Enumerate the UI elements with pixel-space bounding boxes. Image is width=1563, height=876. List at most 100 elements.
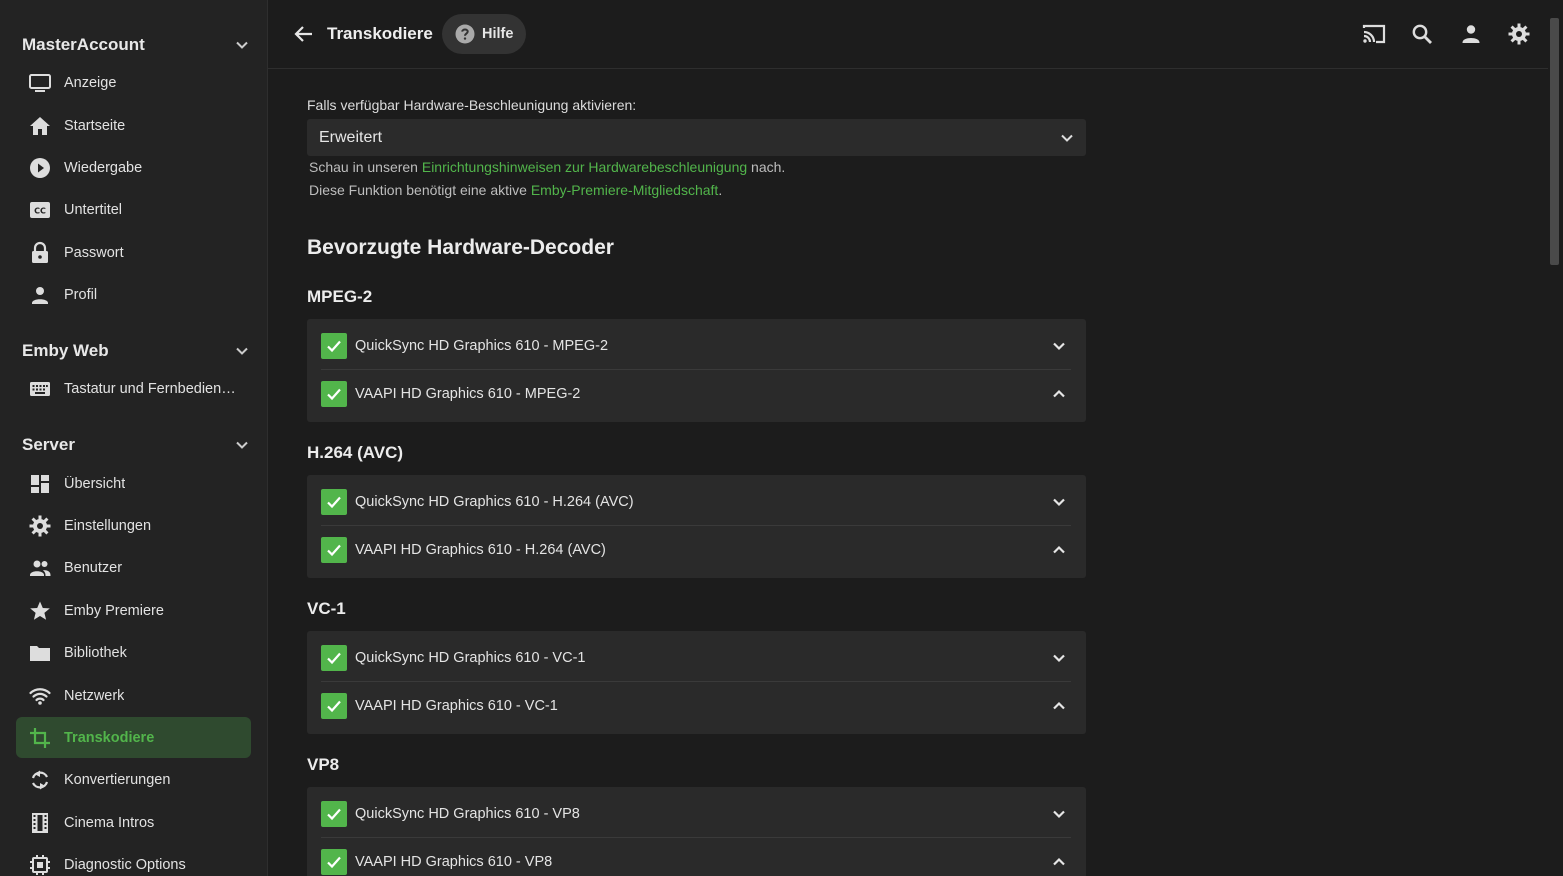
- help-button-label: Hilfe: [482, 26, 514, 42]
- sidebar-item-transkodiere[interactable]: Transkodiere: [16, 717, 251, 758]
- svg-text:CC: CC: [34, 206, 46, 215]
- sidebar-item-uebersicht[interactable]: Übersicht: [16, 463, 251, 504]
- check-icon: [327, 496, 341, 508]
- hw-accel-label: Falls verfügbar Hardware-Beschleunigung …: [307, 97, 637, 113]
- sidebar-item-emby-premiere[interactable]: Emby Premiere: [16, 590, 251, 631]
- premiere-link[interactable]: Emby-Premiere-Mitgliedschaft: [531, 182, 719, 198]
- chevron-down-icon: [232, 341, 252, 361]
- decoder-checkbox[interactable]: [321, 537, 347, 563]
- sidebar-item-label: Startseite: [64, 117, 126, 134]
- codec-title: VC-1: [307, 599, 346, 618]
- scrollbar-thumb[interactable]: [1550, 18, 1559, 265]
- sidebar-item-netzwerk[interactable]: Netzwerk: [16, 675, 251, 716]
- chevron-down-icon[interactable]: [1047, 334, 1071, 358]
- decoder-checkbox[interactable]: [321, 332, 347, 359]
- decoder-card: QuickSync HD Graphics 610 - H.264 (AVC) …: [307, 475, 1086, 578]
- codec-title: VP8: [307, 755, 340, 774]
- user-icon[interactable]: [1457, 20, 1485, 48]
- check-icon: [327, 340, 341, 352]
- check-icon: [327, 652, 341, 664]
- page-title: Transkodiere: [327, 24, 433, 43]
- decoder-label: QuickSync HD Graphics 610 - VC-1: [355, 649, 586, 666]
- chip-icon: [28, 853, 52, 876]
- top-bar: Transkodiere Hilfe: [268, 0, 1548, 69]
- decoder-row[interactable]: QuickSync HD Graphics 610 - H.264 (AVC): [321, 478, 1071, 526]
- hw-accel-select[interactable]: Erweitert: [307, 119, 1086, 156]
- cast-icon[interactable]: [1360, 20, 1388, 48]
- check-icon: [327, 544, 341, 557]
- chevron-up-icon[interactable]: [1047, 382, 1071, 406]
- arrow-left-icon: [294, 26, 312, 42]
- sidebar-item-untertitel[interactable]: CC Untertitel: [16, 189, 251, 230]
- closed-caption-icon: CC: [28, 198, 52, 222]
- star-icon: [28, 599, 52, 623]
- chevron-down-icon[interactable]: [1047, 646, 1071, 670]
- sidebar-item-label: Anzeige: [64, 74, 117, 91]
- decoder-checkbox[interactable]: [321, 381, 347, 407]
- chevron-down-icon[interactable]: [1047, 802, 1071, 826]
- main-content: Falls verfügbar Hardware-Beschleunigung …: [307, 69, 1087, 876]
- wifi-icon: [28, 684, 52, 708]
- decoder-checkbox[interactable]: [321, 488, 347, 515]
- codec-title: H.264 (AVC): [307, 443, 404, 462]
- hint-text: Diese Funktion benötigt eine aktive: [309, 182, 531, 198]
- decoder-checkbox[interactable]: [321, 800, 347, 827]
- hint-text: nach.: [747, 159, 786, 175]
- sidebar-item-label: Diagnostic Options: [64, 856, 186, 873]
- check-icon: [327, 700, 341, 713]
- decoders-heading: Bevorzugte Hardware-Decoder: [307, 236, 614, 259]
- section-header-emby-web[interactable]: Emby Web: [22, 336, 252, 366]
- section-title: MasterAccount: [22, 35, 145, 54]
- hw-accel-guide-link[interactable]: Einrichtungshinweisen zur Hardwarebeschl…: [422, 159, 747, 175]
- sidebar-item-anzeige[interactable]: Anzeige: [16, 62, 251, 103]
- sidebar-item-benutzer[interactable]: Benutzer: [16, 547, 251, 588]
- decoder-row[interactable]: VAAPI HD Graphics 610 - VP8: [321, 838, 1071, 876]
- help-button[interactable]: Hilfe: [442, 14, 526, 54]
- hw-accel-value: Erweitert: [319, 128, 383, 146]
- decoder-label: QuickSync HD Graphics 610 - VP8: [355, 805, 580, 822]
- check-icon: [327, 808, 341, 820]
- sidebar-item-passwort[interactable]: Passwort: [16, 232, 251, 273]
- decoder-row[interactable]: QuickSync HD Graphics 610 - VP8: [321, 790, 1071, 838]
- check-icon: [327, 856, 341, 869]
- decoder-checkbox[interactable]: [321, 849, 347, 875]
- back-button[interactable]: [290, 20, 318, 48]
- sync-icon: [28, 768, 52, 792]
- chevron-up-icon[interactable]: [1047, 850, 1071, 874]
- film-icon: [28, 811, 52, 835]
- sidebar-item-profil[interactable]: Profil: [16, 274, 251, 315]
- decoder-checkbox[interactable]: [321, 644, 347, 671]
- sidebar-item-cinema-intros[interactable]: Cinema Intros: [16, 802, 251, 843]
- sidebar-item-bibliothek[interactable]: Bibliothek: [16, 632, 251, 673]
- codec-title: MPEG-2: [307, 287, 373, 306]
- chevron-up-icon[interactable]: [1047, 538, 1071, 562]
- sidebar-item-label: Cinema Intros: [64, 814, 155, 831]
- sidebar-item-wiedergabe[interactable]: Wiedergabe: [16, 147, 251, 188]
- sidebar-item-label: Einstellungen: [64, 517, 152, 534]
- dashboard-icon: [32, 0, 48, 4]
- decoder-checkbox[interactable]: [321, 693, 347, 719]
- section-header-masteraccount[interactable]: MasterAccount: [22, 30, 252, 60]
- decoder-card: QuickSync HD Graphics 610 - VC-1 VAAPI H…: [307, 631, 1086, 734]
- sidebar-item-startseite[interactable]: Startseite: [16, 105, 251, 146]
- crop-icon: [28, 726, 52, 750]
- sidebar-item-einstellungen[interactable]: Einstellungen: [16, 505, 251, 546]
- sidebar-item-tastatur[interactable]: Tastatur und Fernbedienung: [16, 368, 251, 409]
- decoder-row[interactable]: VAAPI HD Graphics 610 - H.264 (AVC): [321, 526, 1071, 574]
- decoder-label: QuickSync HD Graphics 610 - H.264 (AVC): [355, 493, 634, 510]
- decoder-row[interactable]: VAAPI HD Graphics 610 - VC-1: [321, 682, 1071, 730]
- decoder-row[interactable]: QuickSync HD Graphics 610 - VC-1: [321, 634, 1071, 682]
- decoder-row[interactable]: VAAPI HD Graphics 610 - MPEG-2: [321, 370, 1071, 418]
- home-icon: [28, 114, 52, 138]
- decoder-label: QuickSync HD Graphics 610 - MPEG-2: [355, 337, 609, 354]
- search-icon[interactable]: [1408, 20, 1436, 48]
- decoder-label: VAAPI HD Graphics 610 - VP8: [355, 854, 553, 870]
- decoder-row[interactable]: QuickSync HD Graphics 610 - MPEG-2: [321, 322, 1071, 370]
- section-header-server[interactable]: Server: [22, 430, 252, 460]
- chevron-down-icon[interactable]: [1047, 490, 1071, 514]
- decoder-card: QuickSync HD Graphics 610 - MPEG-2 VAAPI…: [307, 319, 1086, 422]
- sidebar-item-konvertierungen[interactable]: Konvertierungen: [16, 759, 251, 800]
- chevron-up-icon[interactable]: [1047, 694, 1071, 718]
- sidebar-item-diagnostic-options[interactable]: Diagnostic Options: [16, 844, 251, 876]
- settings-icon[interactable]: [1505, 20, 1533, 48]
